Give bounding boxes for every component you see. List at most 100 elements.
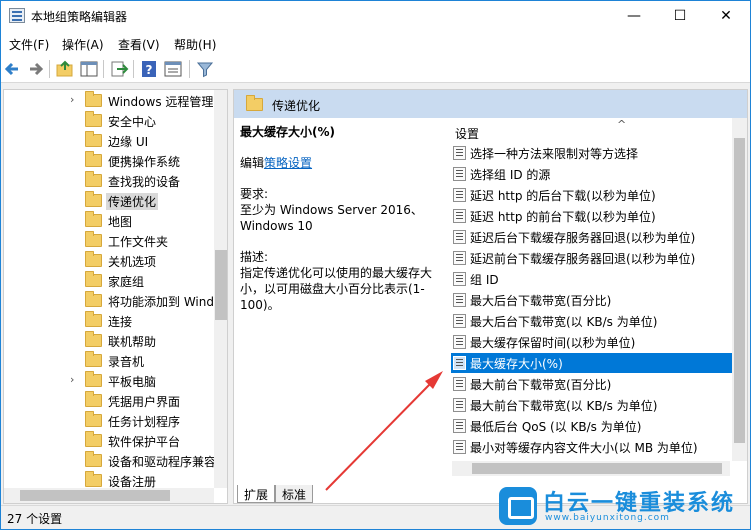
settings-list: 设置 ^ 选择一种方法来限制对等方选择选择组 ID 的源延迟 http 的后台下… bbox=[439, 118, 747, 478]
folder-icon bbox=[85, 151, 102, 167]
tree-item-label: 设备和驱动程序兼容 bbox=[108, 455, 217, 469]
tree-item[interactable]: 关机选项 bbox=[4, 251, 214, 271]
setting-row[interactable]: 选择一种方法来限制对等方选择 bbox=[451, 143, 733, 163]
tab-extended[interactable]: 扩展 bbox=[237, 485, 276, 503]
list-horizontal-scrollbar[interactable] bbox=[452, 461, 730, 476]
tree-item[interactable]: › Windows 远程管理 bbox=[4, 91, 214, 111]
show-hide-tree-icon[interactable] bbox=[79, 59, 99, 79]
setting-row[interactable]: 最大后台下载带宽(百分比) bbox=[451, 290, 733, 310]
setting-row[interactable]: 延迟 http 的前台下载(以秒为单位) bbox=[451, 206, 733, 226]
sort-chevron-icon[interactable]: ^ bbox=[617, 118, 626, 131]
setting-row[interactable]: 最小对等缓存内容文件大小(以 MB 为单位) bbox=[451, 437, 733, 457]
tree-item[interactable]: 边缘 UI bbox=[4, 131, 214, 151]
settings-pane: 传递优化 最大缓存大小(%) 编辑策略设置 要求: 至少为 Windows Se… bbox=[233, 89, 748, 504]
setting-row[interactable]: 选择组 ID 的源 bbox=[451, 164, 733, 184]
expand-chevron-icon[interactable]: › bbox=[70, 373, 74, 386]
policy-setting-icon bbox=[453, 335, 466, 349]
menu-file[interactable]: 文件(F) bbox=[9, 36, 49, 53]
description-label: 描述: bbox=[240, 250, 269, 264]
minimize-button[interactable]: — bbox=[611, 1, 657, 31]
list-scroll-thumb[interactable] bbox=[734, 138, 745, 443]
setting-row[interactable]: 最大后台下载带宽(以 KB/s 为单位) bbox=[451, 311, 733, 331]
tree-pane[interactable]: › Windows 远程管理 安全中心边缘 UI 便携操作系统查找我的设备传递优化 地图… bbox=[3, 89, 228, 504]
tree-item-label: 边缘 UI bbox=[108, 135, 149, 149]
tab-standard[interactable]: 标准 bbox=[275, 485, 314, 503]
tree-item-label: 任务计划程序 bbox=[108, 415, 181, 429]
setting-row[interactable]: 最大前台下载带宽(百分比) bbox=[451, 374, 733, 394]
expand-chevron-icon[interactable]: › bbox=[70, 93, 74, 106]
back-arrow-icon[interactable] bbox=[3, 59, 23, 79]
setting-row[interactable]: 延迟后台下载缓存服务器回退(以秒为单位) bbox=[451, 227, 733, 247]
policy-setting-icon bbox=[453, 293, 466, 307]
brand-url: www.baiyunxitong.com bbox=[545, 513, 670, 523]
tree-scroll-thumb[interactable] bbox=[215, 250, 227, 320]
tree-item-label: 软件保护平台 bbox=[108, 435, 181, 449]
setting-label: 延迟 http 的前台下载(以秒为单位) bbox=[470, 210, 656, 224]
tree-item[interactable]: 设备和驱动程序兼容 bbox=[4, 451, 217, 471]
folder-icon bbox=[85, 431, 102, 447]
tree-item-label: 查找我的设备 bbox=[108, 175, 181, 189]
tree-item[interactable]: 凭据用户界面 bbox=[4, 391, 214, 411]
tree-item[interactable]: 任务计划程序 bbox=[4, 411, 214, 431]
edit-policy-link[interactable]: 策略设置 bbox=[264, 156, 312, 170]
folder-icon bbox=[85, 211, 102, 227]
tree-item[interactable]: 将功能添加到 Wind bbox=[4, 291, 214, 311]
description-text: 指定传递优化可以使用的最大缓存大小，以可用磁盘大小百分比表示(1-100)。 bbox=[240, 266, 433, 312]
tree-item-label: 家庭组 bbox=[108, 275, 145, 289]
export-list-icon[interactable] bbox=[109, 59, 129, 79]
tree-item[interactable]: 软件保护平台 bbox=[4, 431, 214, 451]
setting-row[interactable]: 最大缓存大小(%) bbox=[451, 353, 733, 373]
setting-row[interactable]: 最大前台下载带宽(以 KB/s 为单位) bbox=[451, 395, 733, 415]
up-folder-icon[interactable] bbox=[55, 59, 75, 79]
folder-icon bbox=[85, 251, 102, 267]
tree-item[interactable]: 连接 bbox=[4, 311, 214, 331]
edit-policy-line: 编辑策略设置 bbox=[240, 155, 436, 171]
help-icon[interactable]: ? bbox=[139, 59, 159, 79]
tree-vertical-scrollbar[interactable] bbox=[214, 90, 227, 488]
properties-icon[interactable] bbox=[163, 59, 183, 79]
setting-row[interactable]: 组 ID bbox=[451, 269, 733, 289]
menu-help[interactable]: 帮助(H) bbox=[174, 36, 216, 53]
tree-item[interactable]: 家庭组 bbox=[4, 271, 214, 291]
title-bar[interactable]: 本地组策略编辑器 — ☐ ✕ bbox=[1, 1, 750, 31]
folder-icon bbox=[85, 311, 102, 327]
list-vertical-scrollbar[interactable] bbox=[732, 118, 747, 461]
folder-icon bbox=[85, 171, 102, 187]
tree-item[interactable]: 安全中心 bbox=[4, 111, 214, 131]
setting-label: 最大前台下载带宽(百分比) bbox=[470, 378, 612, 392]
tree-item[interactable]: 便携操作系统 bbox=[4, 151, 214, 171]
tree-hscroll-thumb[interactable] bbox=[20, 490, 170, 501]
tree-item-label: 联机帮助 bbox=[108, 335, 157, 349]
status-count: 27 个设置 bbox=[7, 512, 63, 526]
tree-item[interactable]: 查找我的设备 bbox=[4, 171, 214, 191]
setting-row[interactable]: 最低后台 QoS (以 KB/s 为单位) bbox=[451, 416, 733, 436]
tree-item[interactable]: › 平板电脑 bbox=[4, 371, 214, 391]
tree-item-label: 关机选项 bbox=[108, 255, 157, 269]
requirements-label: 要求: bbox=[240, 187, 269, 201]
menu-action[interactable]: 操作(A) bbox=[62, 36, 104, 53]
tree-item[interactable]: 工作文件夹 bbox=[4, 231, 214, 251]
close-button[interactable]: ✕ bbox=[703, 1, 749, 31]
folder-icon bbox=[85, 391, 102, 407]
setting-row[interactable]: 延迟 http 的后台下载(以秒为单位) bbox=[451, 185, 733, 205]
setting-label: 最大后台下载带宽(以 KB/s 为单位) bbox=[470, 315, 658, 329]
policy-setting-icon bbox=[453, 377, 466, 391]
forward-arrow-icon[interactable] bbox=[25, 59, 45, 79]
setting-row[interactable]: 延迟前台下载缓存服务器回退(以秒为单位) bbox=[451, 248, 733, 268]
folder-icon bbox=[85, 191, 102, 207]
filter-icon[interactable] bbox=[195, 59, 215, 79]
tree-item[interactable]: 地图 bbox=[4, 211, 214, 231]
tree-horizontal-scrollbar[interactable] bbox=[4, 488, 214, 503]
column-header-setting[interactable]: 设置 bbox=[455, 125, 479, 142]
folder-icon bbox=[85, 131, 102, 147]
tree-item[interactable]: 联机帮助 bbox=[4, 331, 214, 351]
setting-label: 选择组 ID 的源 bbox=[470, 168, 551, 182]
folder-icon bbox=[85, 371, 102, 387]
folder-icon bbox=[85, 271, 102, 287]
list-hscroll-thumb[interactable] bbox=[472, 463, 722, 474]
menu-view[interactable]: 查看(V) bbox=[118, 36, 160, 53]
maximize-button[interactable]: ☐ bbox=[657, 1, 703, 31]
tree-item[interactable]: 录音机 bbox=[4, 351, 214, 371]
tree-item[interactable]: 传递优化 bbox=[4, 191, 214, 211]
setting-row[interactable]: 最大缓存保留时间(以秒为单位) bbox=[451, 332, 733, 352]
